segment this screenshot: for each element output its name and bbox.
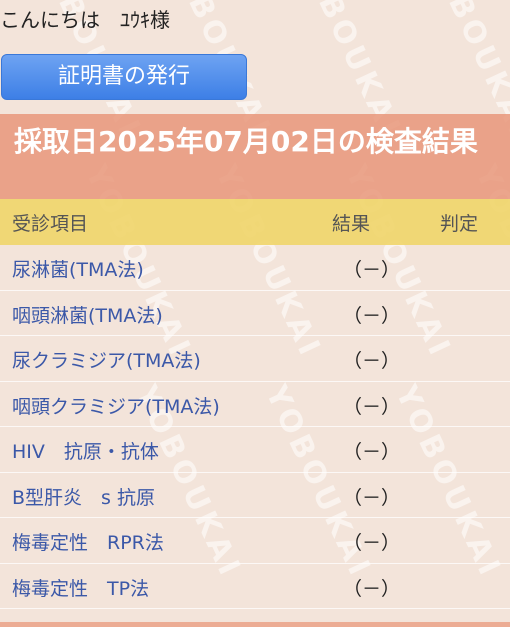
test-result: （－）	[343, 577, 401, 600]
table-row: 尿淋菌(TMA法) （－）	[0, 245, 510, 291]
test-item-name: 梅毒定性 TP法	[12, 577, 150, 600]
header-judgment: 判定	[440, 213, 479, 235]
test-item-name: 梅毒定性 RPR法	[12, 532, 164, 554]
test-result: （－）	[343, 304, 401, 327]
table-row: 尿クラミジア(TMA法) （－）	[0, 336, 510, 382]
test-result: （－）	[343, 350, 401, 372]
result-heading: 採取日2025年07月02日の検査結果	[0, 114, 510, 199]
table-row: B型肝炎 s 抗原 （－）	[0, 473, 510, 518]
test-item-name: 尿淋菌(TMA法)	[12, 259, 144, 281]
test-item-name: 咽頭淋菌(TMA法)	[12, 304, 163, 327]
header-result: 結果	[332, 213, 371, 235]
issue-certificate-button[interactable]: 証明書の発行	[1, 54, 247, 100]
test-result: （－）	[343, 395, 401, 418]
header-item: 受診項目	[12, 213, 89, 235]
result-table: 尿淋菌(TMA法) （－） 咽頭淋菌(TMA法) （－） 尿クラミジア(TMA法…	[0, 245, 510, 609]
bottom-divider	[0, 622, 510, 627]
table-row: 梅毒定性 TP法 （－）	[0, 564, 510, 609]
table-row: 咽頭クラミジア(TMA法) （－）	[0, 382, 510, 427]
test-result: （－）	[343, 532, 401, 554]
table-row: 梅毒定性 RPR法 （－）	[0, 518, 510, 564]
table-row: 咽頭淋菌(TMA法) （－）	[0, 291, 510, 336]
test-item-name: 咽頭クラミジア(TMA法)	[12, 395, 220, 418]
test-result: （－）	[343, 441, 401, 463]
test-item-name: B型肝炎 s 抗原	[12, 486, 155, 509]
test-result: （－）	[343, 259, 401, 281]
greeting-text: こんにちは ﾕｳｷ様	[0, 8, 170, 32]
test-item-name: HIV 抗原・抗体	[12, 441, 159, 463]
test-result: （－）	[343, 486, 401, 509]
table-header: 受診項目 結果 判定	[0, 199, 510, 245]
table-row: HIV 抗原・抗体 （－）	[0, 427, 510, 473]
test-item-name: 尿クラミジア(TMA法)	[12, 350, 201, 372]
